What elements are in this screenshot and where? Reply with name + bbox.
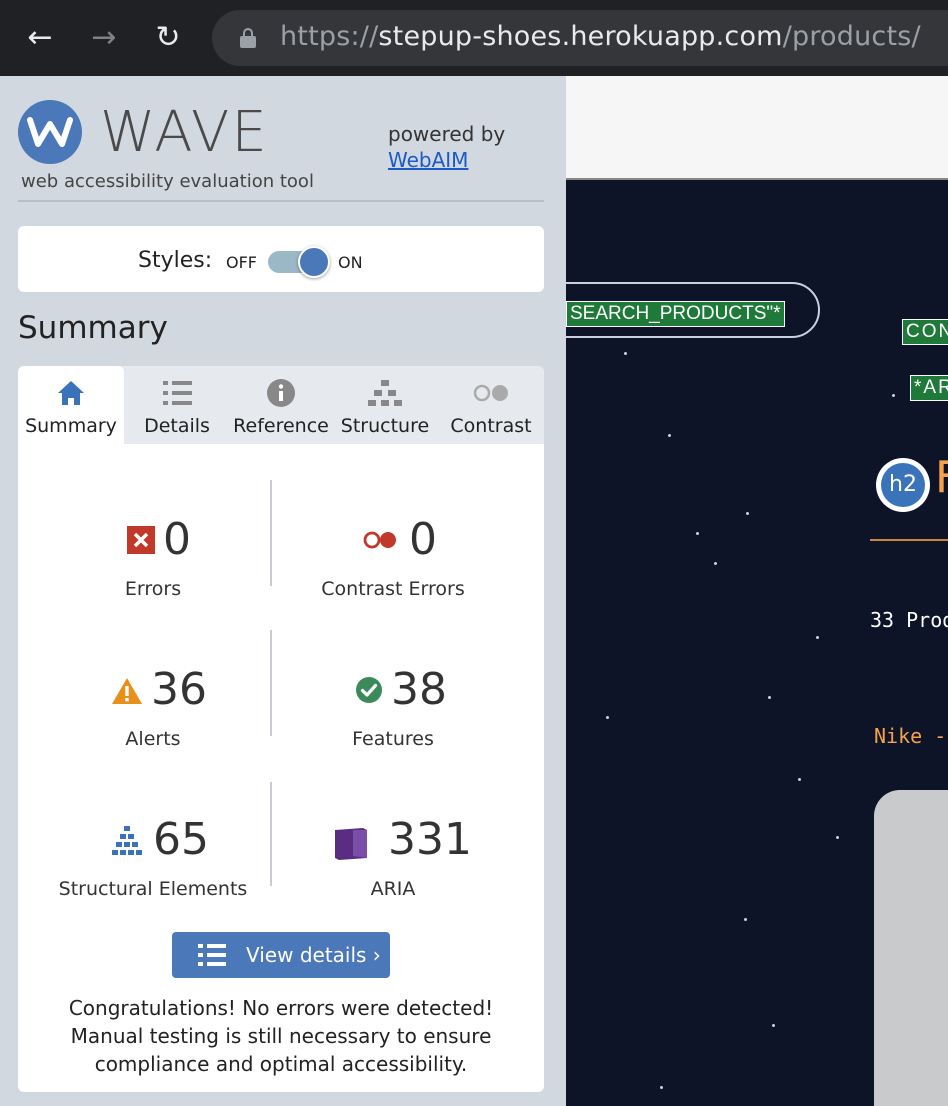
- star: [696, 532, 699, 535]
- wave-label-tag: CON: [902, 319, 948, 345]
- url-path: /products/: [782, 21, 921, 52]
- page-heading: F: [935, 452, 948, 503]
- star: [606, 716, 609, 719]
- hierarchy-icon: [332, 378, 438, 408]
- list-icon: [124, 378, 230, 408]
- star: [668, 434, 671, 437]
- stat-errors[interactable]: 0 Errors: [33, 512, 273, 622]
- wave-title: WAVE: [100, 100, 269, 165]
- errors-label: Errors: [124, 578, 182, 600]
- webaim-link[interactable]: WebAIM: [388, 148, 468, 172]
- wave-subtitle: web accessibility evaluation tool: [21, 171, 314, 192]
- view-details-button[interactable]: View details ›: [172, 932, 390, 978]
- styles-off-label: OFF: [226, 253, 257, 272]
- error-icon: [123, 526, 159, 562]
- stat-features[interactable]: 38 Features: [273, 662, 513, 772]
- tab-label: Summary: [25, 415, 117, 437]
- star: [836, 836, 839, 839]
- styles-toggle-panel: Styles: OFF ON: [18, 226, 544, 292]
- star: [624, 352, 627, 355]
- address-bar[interactable]: https://stepup-shoes.herokuapp.com/produ…: [212, 10, 948, 66]
- stat-structural-elements[interactable]: 65 Structural Elements: [33, 812, 273, 922]
- product-card[interactable]: [874, 790, 948, 1106]
- star: [714, 562, 717, 565]
- tab-label: Structure: [340, 415, 430, 437]
- wave-label-tag: SEARCH_PRODUCTS"*: [566, 301, 785, 327]
- contrast-errors-label: Contrast Errors: [321, 578, 465, 600]
- tab-summary[interactable]: Summary: [18, 366, 124, 444]
- feature-check-icon: [351, 676, 387, 712]
- url-text: https://stepup-shoes.herokuapp.com/produ…: [280, 21, 921, 52]
- styles-toggle-knob[interactable]: [298, 246, 330, 278]
- tab-label: Contrast: [450, 415, 532, 437]
- stat-aria[interactable]: 331 ARIA: [273, 812, 513, 922]
- features-count: 38: [391, 664, 447, 715]
- wave-logo-icon: [18, 100, 82, 164]
- contrast-errors-count: 0: [409, 514, 437, 565]
- wave-sidebar: WAVE web accessibility evaluation tool p…: [0, 76, 566, 1106]
- reload-icon[interactable]: ↻: [148, 18, 188, 58]
- aria-label: ARIA: [370, 878, 416, 900]
- home-icon: [18, 378, 124, 408]
- tab-label: Details: [144, 415, 210, 437]
- styles-on-label: ON: [338, 253, 363, 272]
- congratulations-message: Congratulations! No errors were detected…: [68, 996, 494, 1076]
- stat-alerts[interactable]: 36 Alerts: [33, 662, 273, 772]
- page-preview: SEARCH_PRODUCTS"* CON *AR h2 F 33 Produ …: [566, 76, 948, 1106]
- star: [660, 1086, 663, 1089]
- header-divider: [18, 200, 544, 202]
- summary-panel: Summary Details Reference Structure Cont…: [18, 366, 544, 1092]
- star: [798, 778, 801, 781]
- alert-icon: [109, 676, 145, 712]
- stat-contrast-errors[interactable]: 0 Contrast Errors: [273, 512, 513, 622]
- url-host: stepup-shoes.herokuapp.com: [378, 21, 783, 52]
- tab-structure[interactable]: Structure: [332, 366, 438, 444]
- product-name-link[interactable]: Nike - A: [874, 724, 948, 748]
- tab-details[interactable]: Details: [124, 366, 230, 444]
- h2-structure-icon: h2: [876, 458, 930, 512]
- star: [816, 636, 819, 639]
- tab-contrast[interactable]: Contrast: [438, 366, 544, 444]
- alerts-count: 36: [151, 664, 207, 715]
- errors-count: 0: [163, 514, 191, 565]
- star: [744, 918, 747, 921]
- star: [746, 512, 749, 515]
- wave-label-tag: *AR: [910, 375, 948, 401]
- info-icon: [230, 378, 332, 408]
- page-header: [566, 76, 948, 180]
- alerts-label: Alerts: [125, 728, 181, 750]
- heading-rule: [870, 539, 948, 541]
- contrast-icon: [438, 378, 544, 408]
- list-icon: [198, 944, 226, 966]
- star: [892, 394, 895, 397]
- h2-badge-label: h2: [881, 463, 925, 507]
- aria-icon: [333, 826, 369, 862]
- aria-count: 331: [388, 814, 472, 865]
- tab-reference[interactable]: Reference: [230, 366, 332, 444]
- structural-count: 65: [153, 814, 209, 865]
- url-scheme: https://: [280, 21, 379, 52]
- powered-by-text: powered by: [388, 122, 506, 146]
- back-arrow-icon[interactable]: ←: [20, 18, 60, 58]
- lock-icon[interactable]: [240, 28, 256, 48]
- structure-icon: [109, 826, 145, 862]
- panel-tabs: Summary Details Reference Structure Cont…: [18, 366, 544, 444]
- view-details-label: View details ›: [246, 943, 381, 967]
- forward-arrow-icon[interactable]: →: [84, 18, 124, 58]
- browser-toolbar: ← → ↻ https://stepup-shoes.herokuapp.com…: [0, 0, 948, 76]
- summary-heading: Summary: [18, 310, 168, 346]
- star: [768, 696, 771, 699]
- structural-label: Structural Elements: [58, 878, 248, 900]
- styles-label: Styles:: [138, 248, 213, 273]
- star: [772, 1024, 775, 1027]
- features-label: Features: [352, 728, 434, 750]
- tab-label: Reference: [233, 415, 329, 437]
- contrast-error-icon: [361, 526, 401, 562]
- product-count: 33 Produ: [870, 608, 948, 632]
